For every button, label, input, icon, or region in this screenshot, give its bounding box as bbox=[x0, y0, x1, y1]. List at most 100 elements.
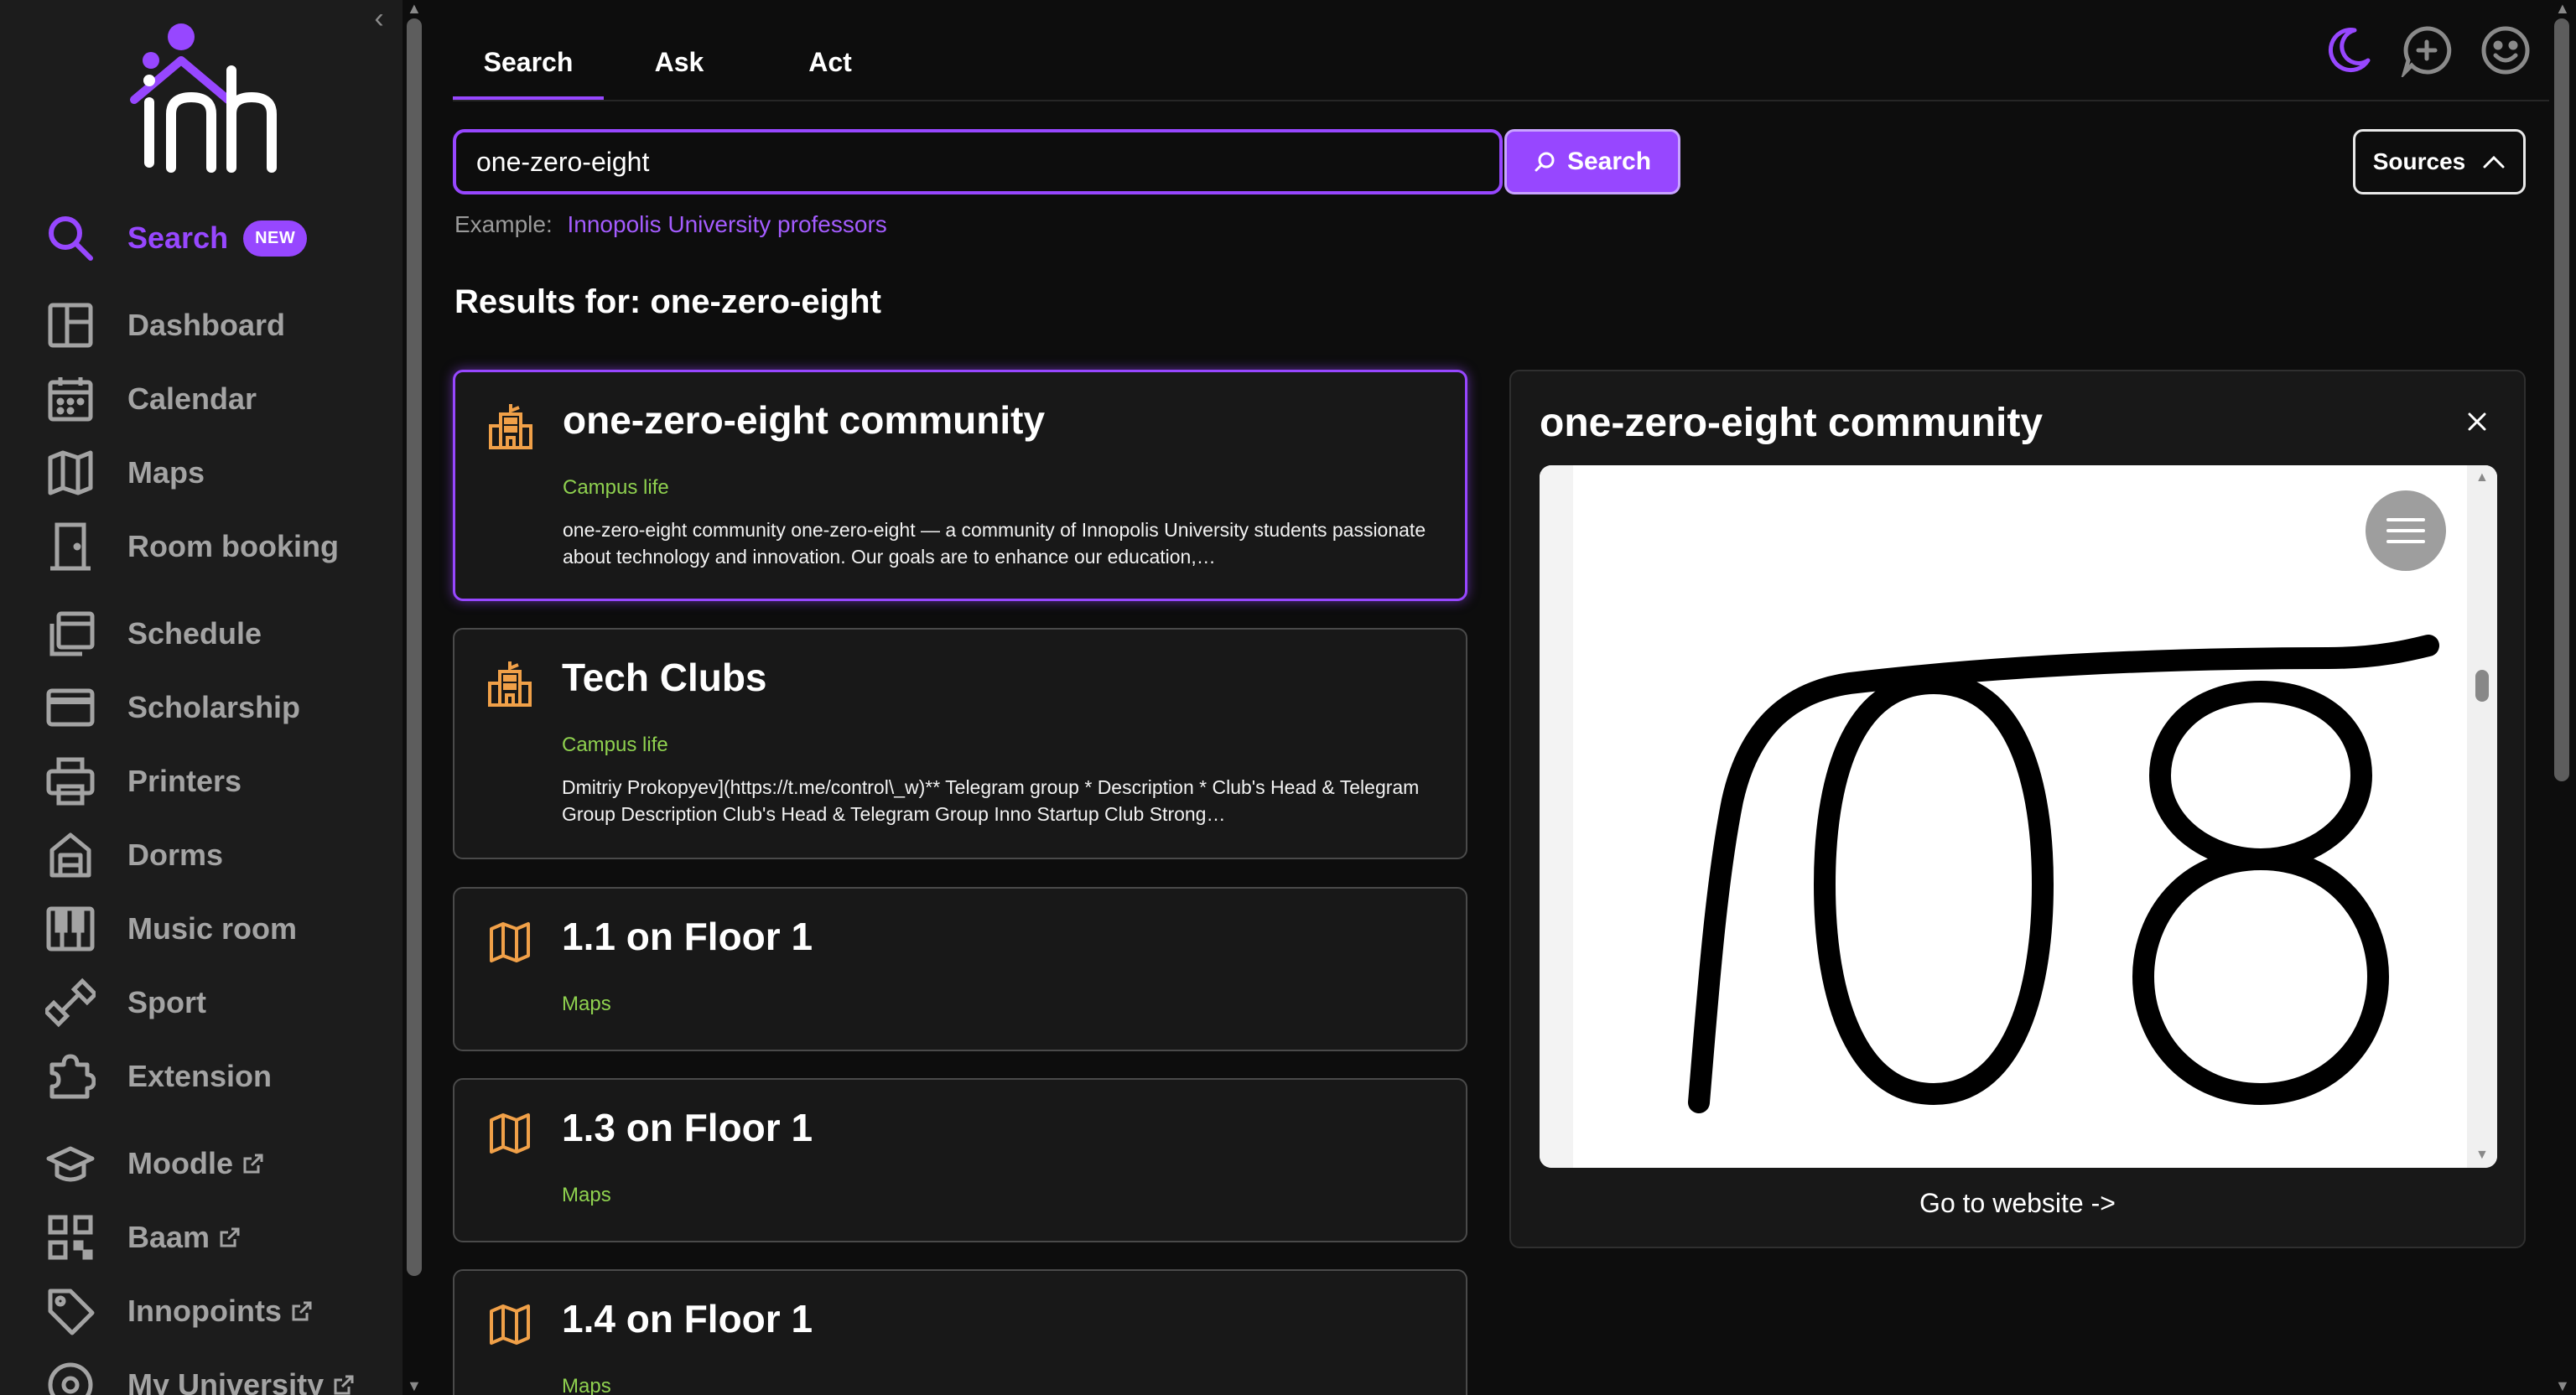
result-title: Tech Clubs bbox=[562, 656, 767, 699]
tab-ask[interactable]: Ask bbox=[604, 25, 755, 100]
qr-code-icon bbox=[42, 1209, 99, 1266]
external-link-icon bbox=[334, 1375, 354, 1395]
credit-card-icon bbox=[42, 679, 99, 736]
search-icon bbox=[42, 210, 99, 267]
sidebar-item-label: Dashboard bbox=[127, 308, 286, 342]
result-description: Dmitriy Prokopyev](https://t.me/control\… bbox=[562, 776, 1420, 825]
map-icon bbox=[490, 922, 530, 962]
sidebar-item-dashboard[interactable]: Dashboard bbox=[42, 295, 285, 355]
tag-icon bbox=[42, 1283, 99, 1340]
sidebar-item-calendar[interactable]: Calendar bbox=[42, 369, 257, 429]
sidebar-item-label: Innopoints bbox=[127, 1294, 282, 1328]
external-link-icon bbox=[243, 1154, 263, 1174]
sidebar-item-maps[interactable]: Maps bbox=[42, 443, 205, 503]
graduation-cap-icon bbox=[42, 1135, 99, 1192]
dark-mode-moon-icon[interactable] bbox=[2321, 23, 2375, 77]
search-button[interactable]: Search bbox=[1504, 129, 1680, 194]
main-scrollbar[interactable]: ▲ ▼ bbox=[2549, 0, 2576, 1395]
example-prefix: Example: bbox=[454, 211, 553, 237]
sidebar-item-label: Schedule bbox=[127, 616, 262, 651]
sidebar-scrollbar[interactable]: ▲ ▼ bbox=[402, 0, 428, 1395]
scrollbar-thumb[interactable] bbox=[2475, 670, 2489, 702]
menu-hamburger-icon[interactable] bbox=[2366, 490, 2446, 571]
main-content: Search Ask Act one-zero-eight Search Sou… bbox=[428, 0, 2549, 1395]
example-link[interactable]: Innopolis University professors bbox=[568, 211, 887, 237]
sidebar-item-sport[interactable]: Sport bbox=[42, 972, 206, 1033]
scroll-up-icon[interactable]: ▲ bbox=[407, 0, 422, 18]
printer-icon bbox=[42, 753, 99, 810]
results-heading: Results for: one-zero-eight bbox=[454, 283, 881, 320]
puzzle-icon bbox=[42, 1048, 99, 1105]
sidebar-item-label: Scholarship bbox=[127, 690, 301, 724]
result-title: 1.4 on Floor 1 bbox=[562, 1297, 813, 1341]
close-icon[interactable] bbox=[2464, 408, 2490, 435]
frame-scrollbar[interactable]: ▲ ▼ bbox=[2467, 465, 2497, 1168]
sidebar-item-innopoints[interactable]: Innopoints bbox=[42, 1281, 314, 1341]
result-card[interactable]: Tech Clubs Campus life Dmitriy Prokopyev… bbox=[453, 628, 1467, 859]
sidebar-item-label: Calendar bbox=[127, 381, 257, 416]
schedule-icon bbox=[42, 605, 99, 662]
sidebar-item-scholarship[interactable]: Scholarship bbox=[42, 677, 300, 738]
scroll-up-icon[interactable]: ▲ bbox=[2555, 0, 2570, 18]
scroll-down-icon[interactable]: ▼ bbox=[2475, 1148, 2489, 1163]
sidebar-item-my-university[interactable]: My University bbox=[42, 1355, 356, 1395]
map-icon bbox=[490, 1113, 530, 1154]
new-badge: NEW bbox=[243, 220, 308, 257]
result-card[interactable]: one-zero-eight community Campus life one… bbox=[453, 370, 1467, 601]
tab-search[interactable]: Search bbox=[453, 25, 604, 100]
tab-act[interactable]: Act bbox=[755, 25, 906, 100]
piano-icon bbox=[42, 900, 99, 957]
scroll-down-icon[interactable]: ▼ bbox=[407, 1377, 422, 1395]
innohassle-logo[interactable] bbox=[117, 20, 302, 179]
add-chat-icon[interactable] bbox=[2400, 23, 2454, 77]
scroll-up-icon[interactable]: ▲ bbox=[2475, 470, 2489, 485]
account-smiley-icon[interactable] bbox=[2479, 23, 2532, 77]
external-link-icon bbox=[220, 1227, 240, 1247]
collapse-sidebar-icon[interactable]: ‹ bbox=[367, 3, 391, 34]
result-category: Maps bbox=[562, 1375, 611, 1395]
go-to-website-link[interactable]: Go to website -> bbox=[1511, 1188, 2524, 1219]
sidebar-item-label: Search bbox=[127, 220, 229, 255]
sidebar-item-search[interactable]: Search NEW bbox=[42, 208, 308, 268]
sidebar-item-printers[interactable]: Printers bbox=[42, 751, 242, 812]
sidebar-item-dorms[interactable]: Dorms bbox=[42, 825, 223, 885]
search-input[interactable]: one-zero-eight bbox=[453, 129, 1503, 194]
result-card[interactable]: 1.3 on Floor 1 Maps bbox=[453, 1078, 1467, 1242]
building-icon bbox=[489, 404, 532, 449]
result-card[interactable]: 1.4 on Floor 1 Maps bbox=[453, 1269, 1467, 1395]
sidebar-item-label: Maps bbox=[127, 455, 205, 490]
tab-bar: Search Ask Act bbox=[453, 25, 906, 100]
result-description: one-zero-eight community one-zero-eight … bbox=[563, 519, 1426, 568]
result-category: Campus life bbox=[562, 734, 668, 756]
search-example: Example: Innopolis University professors bbox=[454, 211, 887, 238]
sidebar-item-baam[interactable]: Baam bbox=[42, 1207, 242, 1268]
sources-label: Sources bbox=[2372, 148, 2466, 174]
result-card[interactable]: 1.1 on Floor 1 Maps bbox=[453, 887, 1467, 1051]
search-button-label: Search bbox=[1566, 148, 1652, 175]
dashboard-icon bbox=[42, 297, 99, 354]
sources-dropdown[interactable]: Sources bbox=[2353, 129, 2526, 194]
sidebar-item-moodle[interactable]: Moodle bbox=[42, 1133, 265, 1194]
sidebar-item-label: My University bbox=[127, 1367, 325, 1395]
result-title: 1.1 on Floor 1 bbox=[562, 915, 813, 958]
sidebar-item-schedule[interactable]: Schedule bbox=[42, 604, 262, 664]
frame-margin bbox=[1540, 465, 1573, 1168]
sidebar: ‹ Search NEW Dashboard Calendar Maps Roo… bbox=[0, 0, 402, 1395]
website-preview-frame[interactable]: ▲ ▼ bbox=[1540, 465, 2497, 1168]
top-toolbar bbox=[2321, 23, 2532, 77]
dorm-icon bbox=[42, 827, 99, 884]
search-icon bbox=[1535, 152, 1555, 172]
tab-divider bbox=[453, 100, 2549, 101]
sidebar-item-extension[interactable]: Extension bbox=[42, 1046, 272, 1107]
scroll-down-icon[interactable]: ▼ bbox=[2555, 1377, 2570, 1395]
preview-title: one-zero-eight community bbox=[1540, 401, 2044, 445]
result-category: Maps bbox=[562, 993, 611, 1015]
result-title: one-zero-eight community bbox=[563, 398, 1046, 442]
scrollbar-thumb[interactable] bbox=[407, 18, 422, 1276]
map-icon bbox=[490, 1304, 530, 1345]
sidebar-item-music-room[interactable]: Music room bbox=[42, 899, 297, 959]
preview-panel: one-zero-eight community ▲ ▼ Go to websi… bbox=[1509, 370, 2526, 1248]
sidebar-item-room-booking[interactable]: Room booking bbox=[42, 516, 339, 577]
scrollbar-thumb[interactable] bbox=[2554, 18, 2569, 781]
door-icon bbox=[42, 518, 99, 575]
